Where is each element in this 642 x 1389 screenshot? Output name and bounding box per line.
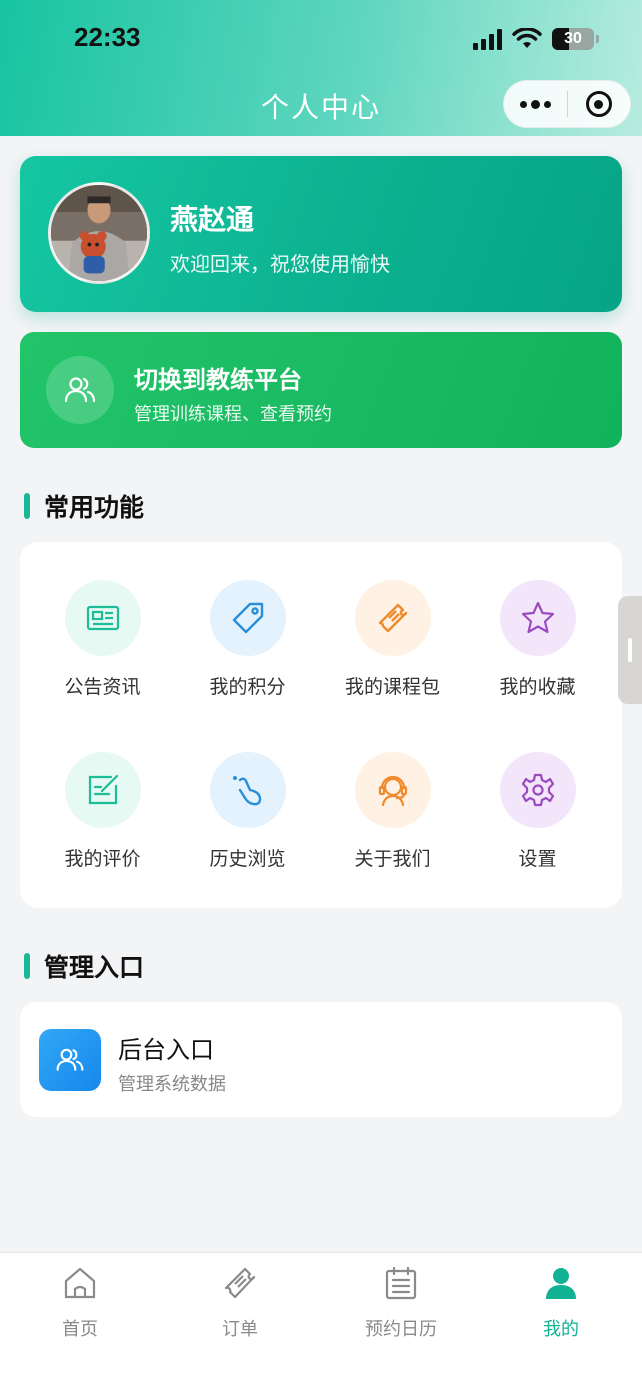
tab-mine[interactable]: 我的 — [481, 1263, 641, 1341]
heading-accent-bar — [24, 493, 30, 519]
tag-icon — [209, 580, 286, 656]
bottom-tab-bar: 首页 订单 预约日历 我的 — [0, 1252, 642, 1389]
tab-label: 订单 — [222, 1319, 258, 1340]
wifi-icon — [512, 28, 542, 48]
feature-history[interactable]: 历史浏览 — [175, 752, 320, 892]
tab-booking-calendar[interactable]: 预约日历 — [321, 1263, 481, 1341]
avatar[interactable] — [48, 182, 150, 284]
profile-card[interactable]: 燕赵通 欢迎回来，祝您使用愉快 — [20, 156, 622, 312]
calendar-icon — [381, 1263, 421, 1303]
status-icons: 30 — [473, 24, 599, 54]
feature-announcements[interactable]: 公告资讯 — [30, 580, 175, 720]
admin-entry-heading: 管理入口 — [24, 948, 144, 984]
admin-backend-card[interactable]: 后台入口 管理系统数据 — [20, 1002, 622, 1117]
more-button[interactable] — [504, 80, 567, 128]
feature-settings[interactable]: 设置 — [465, 752, 610, 892]
user-greeting: 欢迎回来，祝您使用愉快 — [170, 252, 390, 276]
feature-label: 历史浏览 — [209, 848, 286, 870]
heading-accent-bar — [24, 953, 30, 979]
users-icon — [39, 1029, 101, 1091]
tab-label: 我的 — [543, 1319, 579, 1340]
feature-my-reviews[interactable]: 我的评价 — [30, 752, 175, 892]
gear-icon — [499, 752, 576, 828]
feature-course-packages[interactable]: 我的课程包 — [320, 580, 465, 720]
top-header: 22:33 30 个人中心 — [0, 0, 642, 136]
tab-label: 预约日历 — [365, 1319, 437, 1340]
handle-grip-icon — [628, 638, 632, 662]
close-miniprogram-button[interactable] — [568, 80, 630, 128]
status-time: 22:33 — [74, 22, 141, 52]
admin-card-title: 后台入口 — [118, 1036, 214, 1064]
feature-label: 我的课程包 — [344, 676, 440, 698]
switch-platform-title: 切换到教练平台 — [134, 366, 302, 394]
feature-label: 关于我们 — [354, 848, 431, 870]
battery-icon: 30 — [552, 28, 599, 50]
headset-icon — [354, 752, 431, 828]
ticket-icon — [354, 580, 431, 656]
common-functions-panel: 公告资讯 我的积分 我的课程包 我的收藏 我的评价 历史浏览 关于我们 设置 — [20, 542, 622, 908]
newspaper-icon — [64, 580, 141, 656]
star-icon — [499, 580, 576, 656]
floating-side-handle[interactable] — [618, 596, 642, 704]
admin-card-subtitle: 管理系统数据 — [118, 1074, 226, 1095]
avatar-photo — [51, 185, 147, 281]
common-functions-heading: 常用功能 — [24, 488, 144, 524]
tab-orders[interactable]: 订单 — [160, 1263, 320, 1341]
person-icon — [541, 1263, 581, 1303]
signal-icon — [473, 28, 502, 50]
mini-program-capsule — [503, 80, 631, 128]
tab-home[interactable]: 首页 — [0, 1263, 160, 1341]
edit-icon — [64, 752, 141, 828]
home-icon — [60, 1263, 100, 1303]
battery-level: 30 — [564, 30, 582, 47]
section-title: 常用功能 — [44, 493, 145, 522]
feature-my-points[interactable]: 我的积分 — [175, 580, 320, 720]
target-icon — [585, 91, 612, 117]
tab-label: 首页 — [62, 1319, 98, 1340]
feature-favorites[interactable]: 我的收藏 — [465, 580, 610, 720]
feature-label: 我的收藏 — [499, 676, 576, 698]
feature-label: 设置 — [518, 848, 557, 870]
user-name: 燕赵通 — [170, 203, 255, 236]
switch-platform-subtitle: 管理训练课程、查看预约 — [134, 404, 332, 425]
feature-about-us[interactable]: 关于我们 — [320, 752, 465, 892]
switch-coach-platform-card[interactable]: 切换到教练平台 管理训练课程、查看预约 — [20, 332, 622, 448]
footprint-icon — [209, 752, 286, 828]
feature-label: 我的积分 — [209, 676, 286, 698]
users-icon — [46, 356, 114, 424]
section-title: 管理入口 — [44, 953, 145, 982]
feature-label: 公告资讯 — [64, 676, 141, 698]
feature-label: 我的评价 — [64, 848, 141, 870]
ticket-icon — [220, 1263, 260, 1303]
